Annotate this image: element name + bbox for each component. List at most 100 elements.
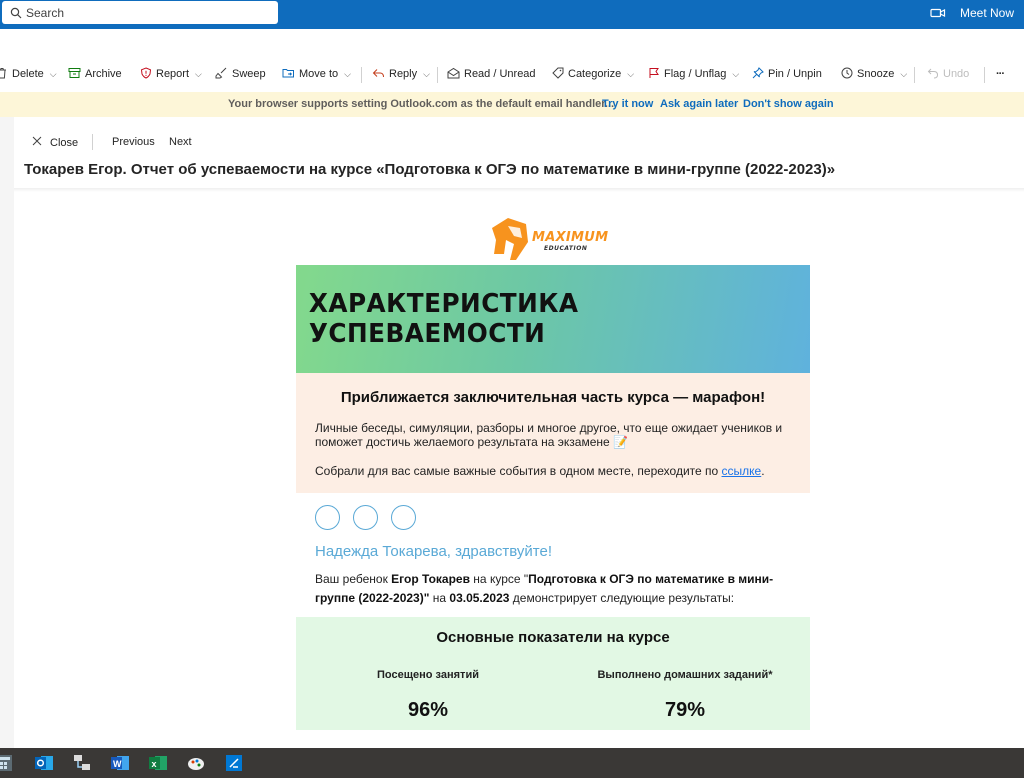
archive-icon — [68, 67, 81, 82]
close-icon — [32, 136, 42, 149]
report-button[interactable]: Report ⌵ — [140, 57, 202, 91]
toolbar-divider — [437, 67, 438, 83]
pin-icon — [752, 66, 764, 82]
top-bar: Search Meet Now — [0, 0, 1024, 29]
svg-text:W: W — [113, 759, 122, 769]
dont-show-again-link[interactable]: Don't show again — [743, 98, 834, 110]
performance-banner: ХАРАКТЕРИСТИКА УСПЕВАЕМОСТИ — [296, 265, 810, 373]
marathon-description: Личные беседы, симуляции, разборы и мног… — [315, 421, 783, 449]
reply-label: Reply — [389, 68, 418, 80]
homework-label: Выполнено домашних заданий* — [597, 669, 773, 681]
tag-icon — [552, 67, 564, 82]
chevron-down-icon: ⌵ — [627, 68, 635, 79]
more-label: ··· — [996, 68, 1005, 80]
chevron-down-icon: ⌵ — [732, 68, 740, 79]
toolbar-divider — [984, 67, 985, 83]
report-date: 03.05.2023 — [449, 591, 510, 605]
sweep-button[interactable]: Sweep — [215, 57, 266, 91]
word-icon[interactable]: W — [110, 753, 130, 773]
logo-brand-text: MAXIMUM — [532, 230, 609, 245]
read-unread-button[interactable]: Read / Unread — [447, 57, 536, 91]
default-handler-notice: Your browser supports setting Outlook.co… — [0, 92, 1024, 117]
categorize-label: Categorize — [568, 68, 622, 80]
move-to-label: Move to — [299, 68, 339, 80]
video-camera-icon — [930, 7, 946, 19]
calculator-icon[interactable] — [0, 753, 16, 773]
marathon-link-text: Собрали для вас самые важные события в о… — [315, 464, 805, 478]
delete-label: Delete — [12, 68, 44, 80]
flag-unflag-button[interactable]: Flag / Unflag ⌵ — [648, 57, 739, 91]
toolbar-divider — [914, 67, 915, 83]
maximum-education-logo: MAXIMUM EDUCATION — [486, 214, 626, 264]
circle-icon — [391, 505, 416, 530]
outlook-icon[interactable] — [34, 753, 54, 773]
command-toolbar: Delete ⌵ Archive Report ⌵ Sweep Move to … — [0, 57, 1024, 91]
message-list-edge — [0, 117, 14, 748]
logo-mark-icon — [492, 218, 528, 260]
read-unread-label: Read / Unread — [464, 68, 536, 80]
child-intro: Ваш ребенок — [315, 572, 392, 586]
os-taskbar: W x — [0, 748, 1024, 778]
excel-icon[interactable]: x — [148, 753, 168, 773]
undo-icon — [927, 67, 939, 82]
circle-icon — [315, 505, 340, 530]
next-button[interactable]: Next — [169, 136, 192, 148]
try-it-now-link[interactable]: Try it now — [602, 98, 653, 110]
folder-move-icon — [282, 67, 295, 82]
archive-label: Archive — [85, 68, 122, 80]
snipping-icon[interactable] — [224, 753, 244, 773]
meet-now-button[interactable]: Meet Now — [930, 6, 1014, 20]
email-subject: Токарев Егор. Отчет об успеваемости на к… — [24, 161, 836, 178]
pin-unpin-label: Pin / Unpin — [768, 68, 822, 80]
reading-pane-header — [14, 120, 1024, 190]
undo-button[interactable]: Undo — [927, 57, 969, 91]
paint-icon[interactable] — [186, 753, 206, 773]
chevron-down-icon: ⌵ — [344, 68, 351, 79]
trash-icon — [0, 67, 8, 82]
svg-text:x: x — [152, 759, 157, 769]
sweep-label: Sweep — [232, 68, 266, 80]
search-input[interactable]: Search — [2, 1, 278, 24]
chevron-down-icon: ⌵ — [195, 68, 202, 79]
notice-message: Your browser supports setting Outlook.co… — [228, 98, 615, 110]
banner-title: ХАРАКТЕРИСТИКА УСПЕВАЕМОСТИ — [308, 289, 579, 349]
network-icon[interactable] — [72, 753, 92, 773]
chevron-down-icon: ⌵ — [49, 68, 57, 79]
greeting: Надежда Токарева, здравствуйте! — [315, 543, 553, 560]
previous-button[interactable]: Previous — [112, 136, 155, 148]
marathon-title: Приближается заключительная часть курса … — [340, 389, 766, 406]
broom-icon — [215, 67, 228, 82]
placeholder-icons-row — [315, 505, 416, 530]
marathon-link[interactable]: ссылке — [722, 464, 762, 478]
delete-button[interactable]: Delete ⌵ — [0, 57, 57, 91]
report-label: Report — [156, 68, 190, 80]
reply-arrow-icon — [372, 67, 385, 82]
envelope-open-icon — [447, 67, 460, 82]
pin-unpin-button[interactable]: Pin / Unpin — [752, 57, 822, 91]
attended-value: 96% — [407, 699, 449, 721]
ask-again-later-link[interactable]: Ask again later — [660, 98, 738, 110]
categorize-button[interactable]: Categorize ⌵ — [552, 57, 634, 91]
metrics-title: Основные показатели на курсе — [436, 629, 670, 646]
header-divider — [92, 134, 93, 150]
undo-label: Undo — [943, 68, 970, 80]
snooze-label: Snooze — [857, 68, 895, 80]
flag-icon — [648, 67, 660, 82]
flag-unflag-label: Flag / Unflag — [664, 68, 727, 80]
move-to-button[interactable]: Move to ⌵ — [282, 57, 351, 91]
reply-button[interactable]: Reply ⌵ — [372, 57, 430, 91]
results-intro: демонстрирует следующие результаты: — [509, 591, 735, 605]
close-button[interactable]: Close — [32, 136, 78, 149]
key-metrics-section: Основные показатели на курсе Посещено за… — [296, 617, 810, 730]
archive-button[interactable]: Archive — [68, 57, 122, 91]
search-placeholder: Search — [26, 6, 65, 20]
circle-icon — [353, 505, 378, 530]
logo-sub-text: EDUCATION — [544, 245, 588, 252]
snooze-button[interactable]: Snooze ⌵ — [841, 57, 907, 91]
search-icon — [10, 6, 22, 24]
close-label: Close — [50, 136, 79, 149]
homework-value: 79% — [664, 699, 706, 721]
more-options-button[interactable]: ··· — [996, 57, 1005, 91]
attended-label: Посещено занятий — [377, 669, 479, 681]
child-name: Егор Токарев — [391, 572, 470, 586]
